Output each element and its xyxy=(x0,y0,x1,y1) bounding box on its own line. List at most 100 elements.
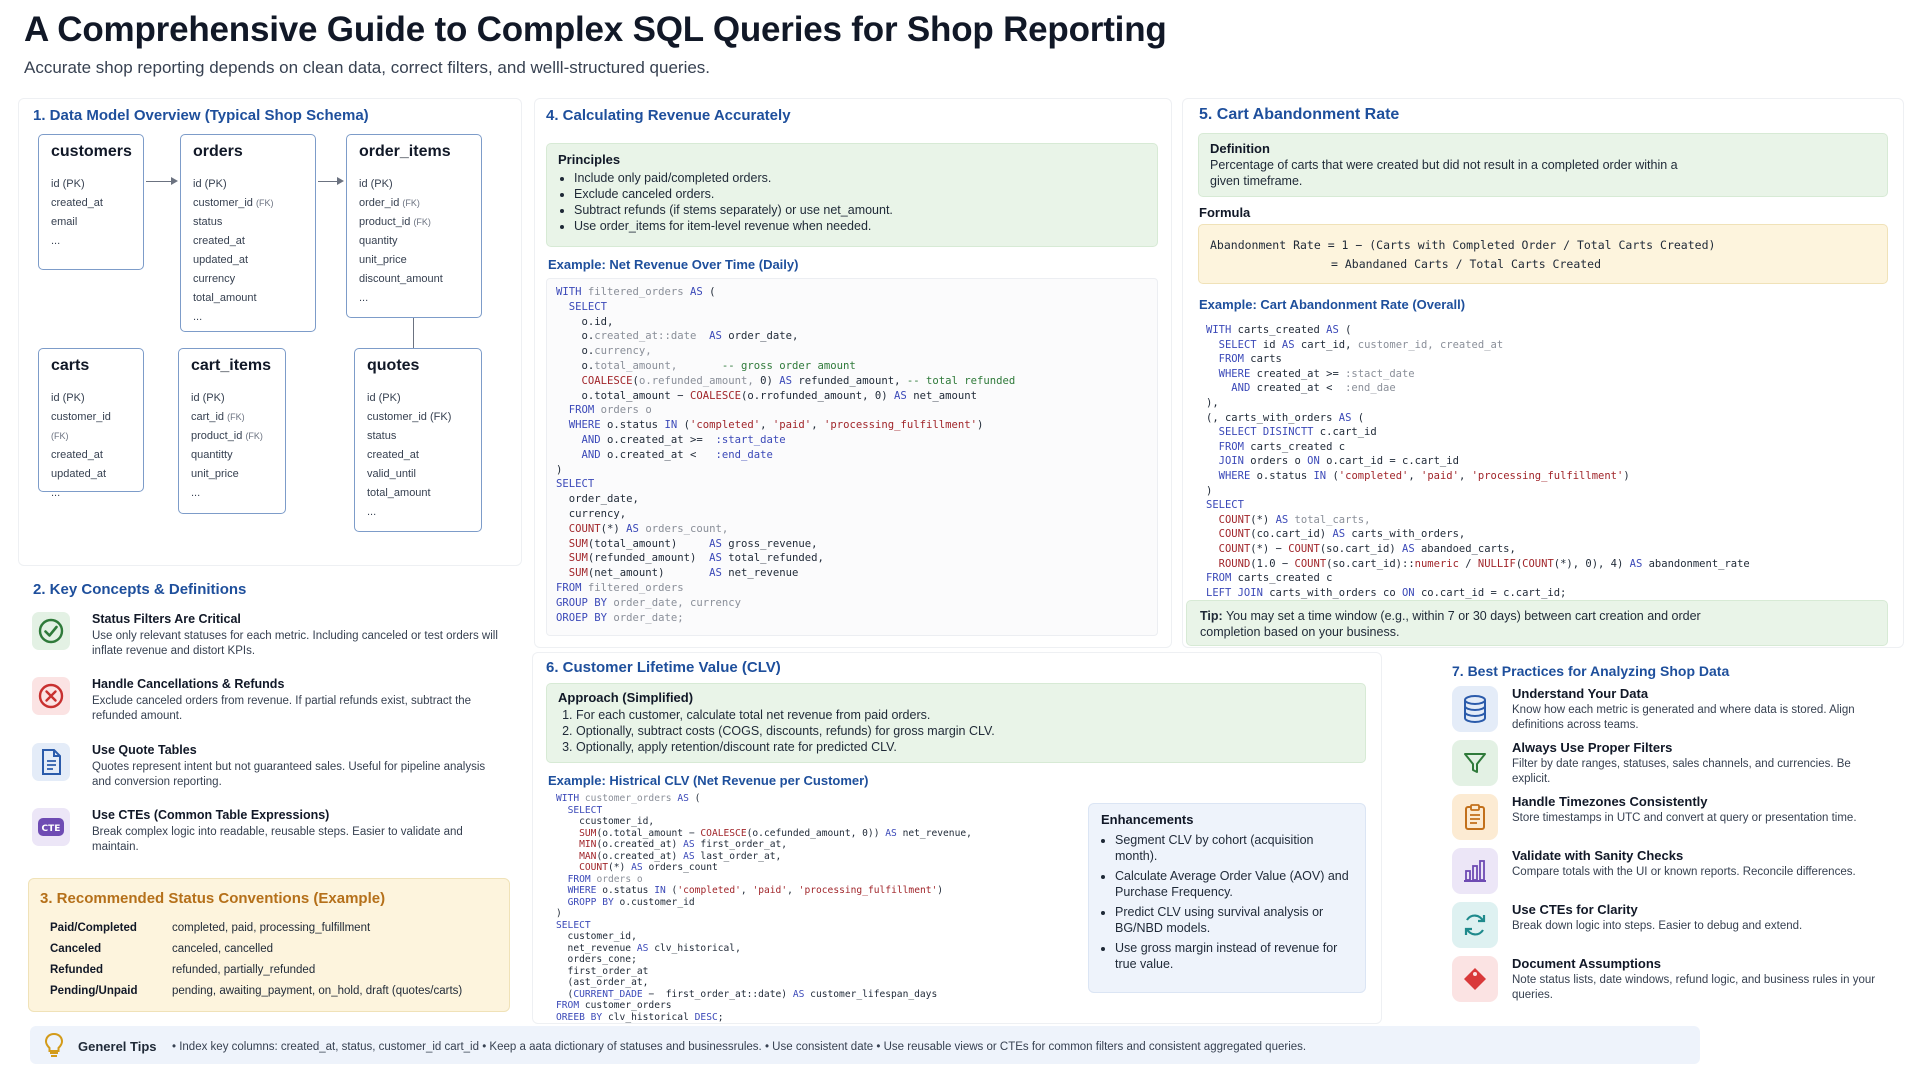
field: created_at xyxy=(51,449,103,461)
clipboard-icon xyxy=(1452,794,1498,840)
formula-box xyxy=(1198,224,1888,284)
formula-line-2: = Abandaned Carts / Total Carts Created xyxy=(1331,257,1602,271)
field: customer_id (FK) xyxy=(51,411,111,441)
concept-ctes: CTE Use CTEs (Common Table Expressions) … xyxy=(32,808,502,858)
field: customer_id (FK) xyxy=(193,197,274,209)
approach-list: For each customer, calculate total net r… xyxy=(558,707,1348,755)
principles-title: Principles xyxy=(558,152,621,167)
concept-status-filters: Status Filters Are Critical Use only rel… xyxy=(32,612,502,662)
field: quantitty xyxy=(191,449,233,461)
bp-desc: Store timestamps in UTC and convert at q… xyxy=(1512,812,1857,824)
field: total_amount xyxy=(193,292,257,304)
field: quantity xyxy=(359,235,398,247)
tag-icon xyxy=(1452,956,1498,1002)
status-row: Refunded refunded, partially_refunded xyxy=(50,960,500,981)
field: ... xyxy=(191,487,201,499)
approach-title: Approach (Simplified) xyxy=(558,690,694,705)
field: status xyxy=(367,430,397,442)
status-label: Canceled xyxy=(50,943,102,955)
field: total_amount xyxy=(367,487,431,499)
cart-example-title: Example: Cart Abandonment Rate (Overall) xyxy=(1199,297,1466,312)
concept-desc: Exclude canceled orders from revenue. If… xyxy=(92,695,472,722)
status-label: Refunded xyxy=(50,964,104,976)
field: ... xyxy=(51,235,61,247)
best-practice-assumptions: Document Assumptions Note status lists, … xyxy=(1452,956,1892,1006)
best-practices-heading: 7. Best Practices for Analyzing Shop Dat… xyxy=(1452,663,1730,679)
table-name: order_items xyxy=(359,143,451,160)
clv-example-title: Example: Histrical CLV (Net Revenue per … xyxy=(548,773,869,788)
cte-icon: CTE xyxy=(32,808,70,846)
revenue-heading: 4. Calculating Revenue Accurately xyxy=(546,107,791,124)
field: currency xyxy=(193,273,236,285)
approach-step: For each customer, calculate total net r… xyxy=(576,707,1348,723)
field: id (PK) xyxy=(191,392,225,404)
key-concepts-heading: 2. Key Concepts & Definitions xyxy=(33,581,247,598)
status-values: canceled, cancelled xyxy=(172,943,274,955)
concept-title: Use CTEs (Common Table Expressions) xyxy=(92,808,330,822)
status-values: refunded, partially_refunded xyxy=(172,964,316,976)
status-label: Pending/Unpaid xyxy=(50,985,138,997)
tip-body: You may set a time window (e.g., within … xyxy=(1200,609,1701,639)
bp-title: Understand Your Data xyxy=(1512,686,1649,701)
relation-line xyxy=(413,318,414,348)
approach-step: Optionally, subtract costs (COGS, discou… xyxy=(576,723,1348,739)
check-circle-icon xyxy=(32,612,70,650)
enhancement-item: Predict CLV using survival analysis or B… xyxy=(1115,904,1351,936)
table-name: cart_items xyxy=(191,357,272,374)
field: updated_at xyxy=(193,254,249,266)
filter-icon xyxy=(1452,740,1498,786)
field: order_id (FK) xyxy=(359,197,420,209)
status-conventions-table: Paid/Completed completed, paid, processin… xyxy=(50,918,500,1002)
schema-table-orders: orders id (PK) customer_id (FK) status c… xyxy=(180,134,316,332)
field: updated_at xyxy=(51,468,107,480)
concept-desc: Quotes represent intent but not guarante… xyxy=(92,761,486,788)
revenue-sql-code: WITH filtered_orders AS ( SELECT o.id, o… xyxy=(556,286,1016,624)
field: id (PK) xyxy=(51,392,85,404)
enhancement-item: Use gross margin instead of revenue for … xyxy=(1115,940,1351,972)
best-practice-sanity-checks: Validate with Sanity Checks Compare tota… xyxy=(1452,848,1892,898)
clv-sql-code: WITH customer_orders AS ( SELECT ccustom… xyxy=(556,793,972,1023)
concept-cancellations: Handle Cancellations & Refunds Exclude c… xyxy=(32,677,502,727)
schema-table-quotes: quotes id (PK) customer_id (FK) status c… xyxy=(354,348,482,532)
field: ... xyxy=(193,311,203,323)
field: product_id (FK) xyxy=(191,430,263,442)
svg-text:CTE: CTE xyxy=(42,824,61,834)
definition-title: Definition xyxy=(1210,141,1270,156)
document-icon xyxy=(32,743,70,781)
x-circle-icon xyxy=(32,677,70,715)
field: valid_until xyxy=(367,468,416,480)
bp-title: Always Use Proper Filters xyxy=(1512,740,1673,755)
principle-item: Subtract refunds (if stems separately) o… xyxy=(574,202,1140,218)
field: ... xyxy=(359,292,369,304)
cart-abandonment-heading: 5. Cart Abandonment Rate xyxy=(1199,106,1400,123)
best-practice-ctes: Use CTEs for Clarity Break down logic in… xyxy=(1452,902,1892,952)
field: id (PK) xyxy=(359,178,393,190)
field: created_at xyxy=(51,197,103,209)
bp-title: Use CTEs for Clarity xyxy=(1512,902,1638,917)
field: status xyxy=(193,216,223,228)
field: ... xyxy=(51,487,61,499)
field: email xyxy=(51,216,78,228)
enhancement-item: Calculate Average Order Value (AOV) and … xyxy=(1115,868,1351,900)
principles-list: Include only paid/completed orders. Excl… xyxy=(560,170,1140,234)
field: product_id (FK) xyxy=(359,216,431,228)
field: customer_id (FK) xyxy=(367,411,452,423)
status-row: Pending/Unpaid pending, awaiting_payment,… xyxy=(50,981,500,1002)
refresh-icon xyxy=(1452,902,1498,948)
schema-table-carts: carts id (PK) customer_id (FK) created_a… xyxy=(38,348,144,499)
concept-title: Use Quote Tables xyxy=(92,743,197,757)
field: ... xyxy=(367,506,377,518)
cart-sql-code: WITH carts_created AS ( SELECT id AS car… xyxy=(1206,324,1750,599)
field: discount_amount xyxy=(359,273,443,285)
page-title: A Comprehensive Guide to Complex SQL Que… xyxy=(24,10,1167,49)
enhancements-title: Enhancements xyxy=(1101,812,1194,827)
principle-item: Include only paid/completed orders. xyxy=(574,170,1140,186)
bar-chart-icon xyxy=(1452,848,1498,894)
enhancements-list: Segment CLV by cohort (acquisition month… xyxy=(1101,832,1351,972)
approach-step: Optionally, apply retention/discount rat… xyxy=(576,739,1348,755)
field: created_at xyxy=(193,235,245,247)
table-name: quotes xyxy=(367,357,420,374)
field: cart_id (FK) xyxy=(191,411,245,423)
best-practice-timezones: Handle Timezones Consistently Store time… xyxy=(1452,794,1892,844)
status-row: Paid/Completed completed, paid, processin… xyxy=(50,918,500,939)
